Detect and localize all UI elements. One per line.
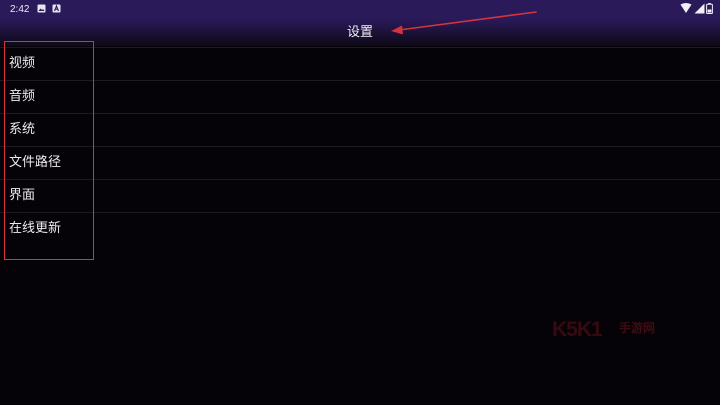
image-icon: [37, 4, 46, 13]
annotation-highlight-box: [4, 41, 94, 260]
title-bar: 设置: [0, 19, 720, 46]
watermark-text: 手游网: [619, 321, 656, 335]
status-time: 2:42: [10, 4, 30, 15]
watermark-logo: K5K1: [552, 318, 603, 341]
settings-item-file-paths[interactable]: 文件路径: [0, 147, 720, 180]
settings-list: 视频 音频 系统 文件路径 界面 在线更新: [0, 47, 720, 245]
wifi-icon: [680, 3, 692, 13]
battery-icon: [706, 3, 713, 14]
settings-item-online-update[interactable]: 在线更新: [0, 213, 720, 245]
settings-item-interface[interactable]: 界面: [0, 180, 720, 213]
settings-item-video[interactable]: 视频: [0, 48, 720, 81]
page-title: 设置: [346, 25, 373, 40]
settings-item-system[interactable]: 系统: [0, 114, 720, 147]
status-bar: 2:42: [0, 0, 720, 19]
settings-item-audio[interactable]: 音频: [0, 81, 720, 114]
a-notification-icon: [52, 4, 61, 13]
signal-icon: [694, 3, 705, 14]
